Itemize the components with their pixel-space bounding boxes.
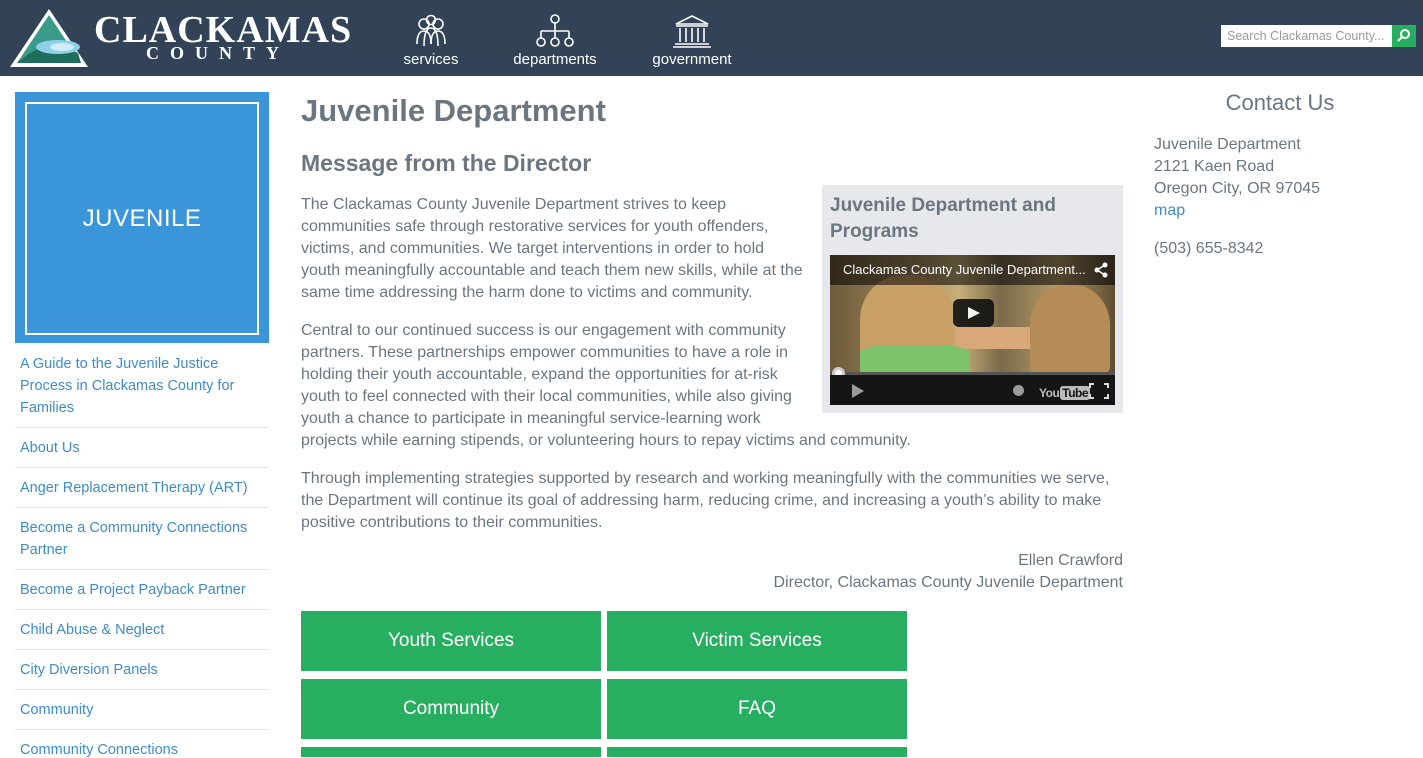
- mountain-logo-icon: [10, 9, 88, 67]
- department-tile: JUVENILE: [15, 92, 269, 343]
- county-logo[interactable]: CLACKAMAS COUNTY: [8, 7, 358, 69]
- video-controls: You Tube: [830, 375, 1115, 405]
- logo-subtitle: COUNTY: [146, 43, 291, 63]
- sidebar: JUVENILE A Guide to the Juvenile Justice…: [15, 92, 269, 758]
- more-button-partial[interactable]: [301, 747, 601, 757]
- department-tile-frame: JUVENILE: [25, 102, 259, 335]
- director-signature: Ellen Crawford Director, Clackamas Count…: [301, 550, 1123, 594]
- capitol-building-icon: [673, 15, 711, 48]
- nav-services[interactable]: services: [403, 14, 459, 68]
- fullscreen-icon[interactable]: [1089, 383, 1109, 399]
- sidebar-link-community-connections-partner[interactable]: Become a Community Connections Partner: [20, 517, 264, 561]
- sidebar-links: A Guide to the Juvenile Justice Process …: [15, 351, 269, 758]
- contact-panel: Contact Us Juvenile Department 2121 Kaen…: [1154, 90, 1404, 260]
- search-input[interactable]: [1221, 25, 1392, 47]
- sidebar-item: Become a Project Payback Partner: [15, 570, 269, 610]
- sidebar-item: Anger Replacement Therapy (ART): [15, 468, 269, 508]
- sidebar-link-project-payback-partner[interactable]: Become a Project Payback Partner: [20, 579, 264, 601]
- nav-services-label: services: [403, 51, 459, 68]
- nav-departments-label: departments: [513, 51, 597, 68]
- message-paragraph-3: Through implementing strategies supporte…: [301, 470, 1110, 531]
- video-player[interactable]: Clackamas County Juvenile Department... …: [830, 255, 1115, 405]
- faq-button[interactable]: FAQ: [607, 679, 907, 739]
- sidebar-link-anger-replacement-therapy[interactable]: Anger Replacement Therapy (ART): [20, 477, 264, 499]
- main-content: Juvenile Department Message from the Dir…: [301, 92, 1123, 758]
- nav-government-label: government: [652, 51, 732, 68]
- contact-address: Juvenile Department 2121 Kaen Road Orego…: [1154, 134, 1404, 222]
- sidebar-link-city-diversion-panels[interactable]: City Diversion Panels: [20, 659, 264, 681]
- video-box-title: Juvenile Department and Programs: [830, 195, 1056, 242]
- watch-later-icon[interactable]: [1013, 385, 1024, 396]
- sidebar-link-child-abuse-neglect[interactable]: Child Abuse & Neglect: [20, 619, 264, 641]
- map-link[interactable]: map: [1154, 202, 1185, 219]
- more-button-partial[interactable]: [607, 747, 907, 757]
- sidebar-link-juvenile-justice-guide[interactable]: A Guide to the Juvenile Justice Process …: [20, 353, 264, 419]
- site-header: CLACKAMAS COUNTY services departments go…: [0, 0, 1423, 76]
- community-button[interactable]: Community: [301, 679, 601, 739]
- video-title[interactable]: Clackamas County Juvenile Department...: [830, 255, 1115, 285]
- org-chart-icon: [536, 14, 574, 47]
- director-message: Juvenile Department and Programs Clackam…: [301, 185, 1123, 534]
- page-title: Juvenile Department: [301, 93, 606, 128]
- sidebar-link-about-us[interactable]: About Us: [20, 437, 264, 459]
- share-icon[interactable]: [1093, 262, 1109, 278]
- sidebar-link-community[interactable]: Community: [20, 699, 264, 721]
- search-icon: [1397, 29, 1410, 42]
- department-tile-label: JUVENILE: [82, 204, 202, 232]
- contact-name: Juvenile Department: [1154, 136, 1301, 153]
- sidebar-item: City Diversion Panels: [15, 650, 269, 690]
- sidebar-item: Child Abuse & Neglect: [15, 610, 269, 650]
- signature-name: Ellen Crawford: [1018, 552, 1123, 569]
- sidebar-item: About Us: [15, 428, 269, 468]
- youtube-logo[interactable]: You Tube: [1039, 382, 1091, 404]
- sidebar-item: A Guide to the Juvenile Justice Process …: [15, 351, 269, 428]
- search-button[interactable]: [1392, 25, 1416, 47]
- people-icon: [416, 14, 446, 47]
- search-box: [1221, 25, 1416, 47]
- contact-title: Contact Us: [1225, 90, 1335, 115]
- play-icon[interactable]: [953, 299, 994, 327]
- control-play-icon[interactable]: [852, 384, 864, 398]
- nav-departments[interactable]: departments: [511, 14, 599, 68]
- signature-title: Director, Clackamas County Juvenile Depa…: [773, 574, 1123, 591]
- contact-city: Oregon City, OR 97045: [1154, 180, 1321, 197]
- video-box: Juvenile Department and Programs Clackam…: [822, 185, 1123, 413]
- sidebar-link-community-connections[interactable]: Community Connections: [20, 739, 264, 758]
- contact-phone: (503) 655-8342: [1154, 240, 1264, 257]
- victim-services-button[interactable]: Victim Services: [607, 611, 907, 671]
- sidebar-item: Become a Community Connections Partner: [15, 508, 269, 570]
- contact-street: 2121 Kaen Road: [1154, 158, 1275, 175]
- youth-services-button[interactable]: Youth Services: [301, 611, 601, 671]
- nav-government[interactable]: government: [650, 14, 734, 68]
- sidebar-item: Community Connections: [15, 730, 269, 758]
- sidebar-item: Community: [15, 690, 269, 730]
- section-title: Message from the Director: [301, 150, 592, 176]
